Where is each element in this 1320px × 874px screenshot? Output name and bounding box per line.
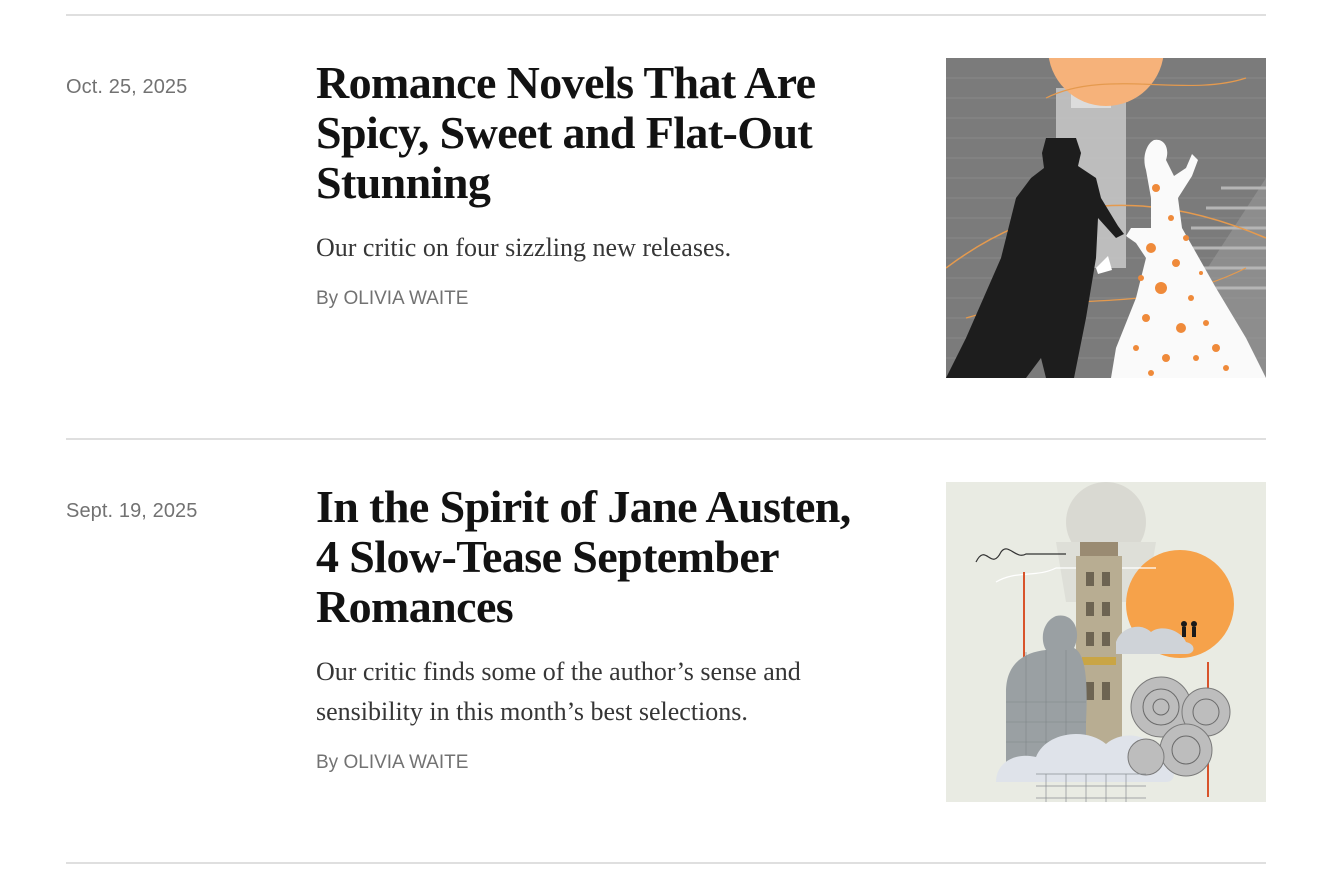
divider-bottom bbox=[66, 862, 1266, 864]
silhouette-couple-illustration bbox=[946, 58, 1266, 378]
byline-prefix: By bbox=[316, 288, 339, 309]
article-headline-link[interactable]: Romance Novels That Are Spicy, Sweet and… bbox=[316, 58, 876, 208]
article-summary: Our critic on four sizzling new releases… bbox=[316, 233, 732, 262]
article-text: In the Spirit of Jane Austen, 4 Slow-Tea… bbox=[316, 482, 876, 774]
article-date: Sept. 19, 2025 bbox=[66, 500, 198, 522]
byline-author: OLIVIA WAITE bbox=[343, 288, 469, 309]
tower-collage-illustration bbox=[946, 482, 1266, 802]
divider-middle bbox=[66, 438, 1266, 440]
article-date: Oct. 25, 2025 bbox=[66, 76, 188, 98]
byline-author: OLIVIA WAITE bbox=[343, 752, 469, 773]
article-byline: By OLIVIA WAITE bbox=[316, 752, 876, 774]
byline-prefix: By bbox=[316, 752, 339, 773]
article-headline-link[interactable]: In the Spirit of Jane Austen, 4 Slow-Tea… bbox=[316, 482, 876, 632]
article-item: Sept. 19, 2025 In the Spirit of Jane Aus… bbox=[66, 482, 1266, 802]
divider-top bbox=[66, 14, 1266, 16]
article-summary: Our critic finds some of the author’s se… bbox=[316, 657, 801, 726]
article-byline: By OLIVIA WAITE bbox=[316, 288, 876, 310]
article-item: Oct. 25, 2025 Romance Novels That Are Sp… bbox=[66, 58, 1266, 378]
article-thumbnail-image[interactable] bbox=[946, 482, 1266, 802]
article-thumbnail-image[interactable] bbox=[946, 58, 1266, 378]
article-text: Romance Novels That Are Spicy, Sweet and… bbox=[316, 58, 876, 310]
